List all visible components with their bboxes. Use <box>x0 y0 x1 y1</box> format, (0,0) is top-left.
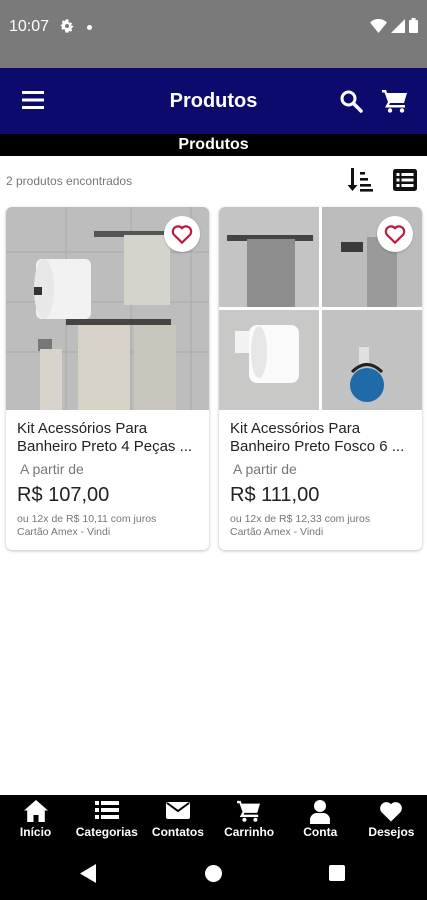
user-icon <box>310 800 331 824</box>
settings-gear-icon <box>60 19 74 33</box>
price-from-label: A partir de <box>233 461 297 477</box>
section-title: Produtos <box>0 134 427 156</box>
installments-text: ou 12x de R$ 12,33 com juros <box>230 513 371 525</box>
heart-icon <box>380 802 403 822</box>
nav-label: Carrinho <box>224 825 275 839</box>
nav-label: Conta <box>303 825 338 839</box>
installments-text: ou 12x de R$ 10,11 com juros <box>17 513 157 525</box>
price-from-label: A partir de <box>20 461 84 477</box>
cart-icon[interactable] <box>382 89 408 113</box>
wifi-icon <box>370 18 387 33</box>
recent-apps-icon[interactable] <box>329 865 345 881</box>
nav-item-desejos[interactable]: Desejos <box>356 795 427 847</box>
mail-icon <box>165 802 190 819</box>
notification-dot <box>87 25 92 30</box>
installments-info: ou 12x de R$ 12,33 com juros Cartão Amex… <box>230 513 420 539</box>
favorite-button[interactable] <box>377 216 413 252</box>
nav-label: Início <box>19 825 52 839</box>
heart-outline-icon <box>171 225 193 244</box>
nav-item-contatos[interactable]: Contatos <box>142 795 213 847</box>
product-card[interactable]: Kit Acessórios Para Banheiro Preto 4 Peç… <box>6 207 209 550</box>
back-icon[interactable] <box>80 864 98 883</box>
results-toolbar: 2 produtos encontrados <box>0 166 427 196</box>
nav-item-inicio[interactable]: Início <box>0 795 71 847</box>
nav-label: Categorias <box>75 825 138 839</box>
cell-signal-icon <box>391 18 405 33</box>
status-time: 10:07 <box>9 18 50 35</box>
product-price: R$ 111,00 <box>230 484 320 506</box>
cart-icon <box>237 800 261 822</box>
nav-item-carrinho[interactable]: Carrinho <box>214 795 285 847</box>
nav-label: Desejos <box>368 825 415 839</box>
system-navigation-bar <box>0 847 427 900</box>
search-icon[interactable] <box>339 89 363 113</box>
product-name[interactable]: Kit Acessórios Para Banheiro Preto Fosco… <box>230 420 416 456</box>
payment-method: Cartão Amex - Vindi <box>230 526 324 538</box>
bottom-navigation: Início Categorias Contatos Carrinho Cont… <box>0 795 427 847</box>
results-count: 2 produtos encontrados <box>6 174 133 188</box>
product-card[interactable]: Kit Acessórios Para Banheiro Preto Fosco… <box>219 207 422 550</box>
nav-item-conta[interactable]: Conta <box>285 795 356 847</box>
app-bar: Produtos <box>0 68 427 134</box>
product-name[interactable]: Kit Acessórios Para Banheiro Preto 4 Peç… <box>17 420 203 456</box>
home-icon <box>23 800 48 822</box>
sort-icon[interactable] <box>347 168 373 192</box>
nav-label: Contatos <box>151 825 204 839</box>
product-price: R$ 107,00 <box>17 484 110 506</box>
battery-icon <box>409 18 418 33</box>
installments-info: ou 12x de R$ 10,11 com juros Cartão Amex… <box>17 513 207 539</box>
list-icon <box>94 801 119 819</box>
heart-outline-icon <box>384 225 406 244</box>
nav-item-categorias[interactable]: Categorias <box>71 795 142 847</box>
favorite-button[interactable] <box>164 216 200 252</box>
home-button-icon[interactable] <box>205 865 222 882</box>
payment-method: Cartão Amex - Vindi <box>17 526 111 538</box>
status-icons <box>370 18 418 33</box>
status-bar: 10:07 <box>0 0 427 68</box>
list-view-icon[interactable] <box>393 169 417 191</box>
